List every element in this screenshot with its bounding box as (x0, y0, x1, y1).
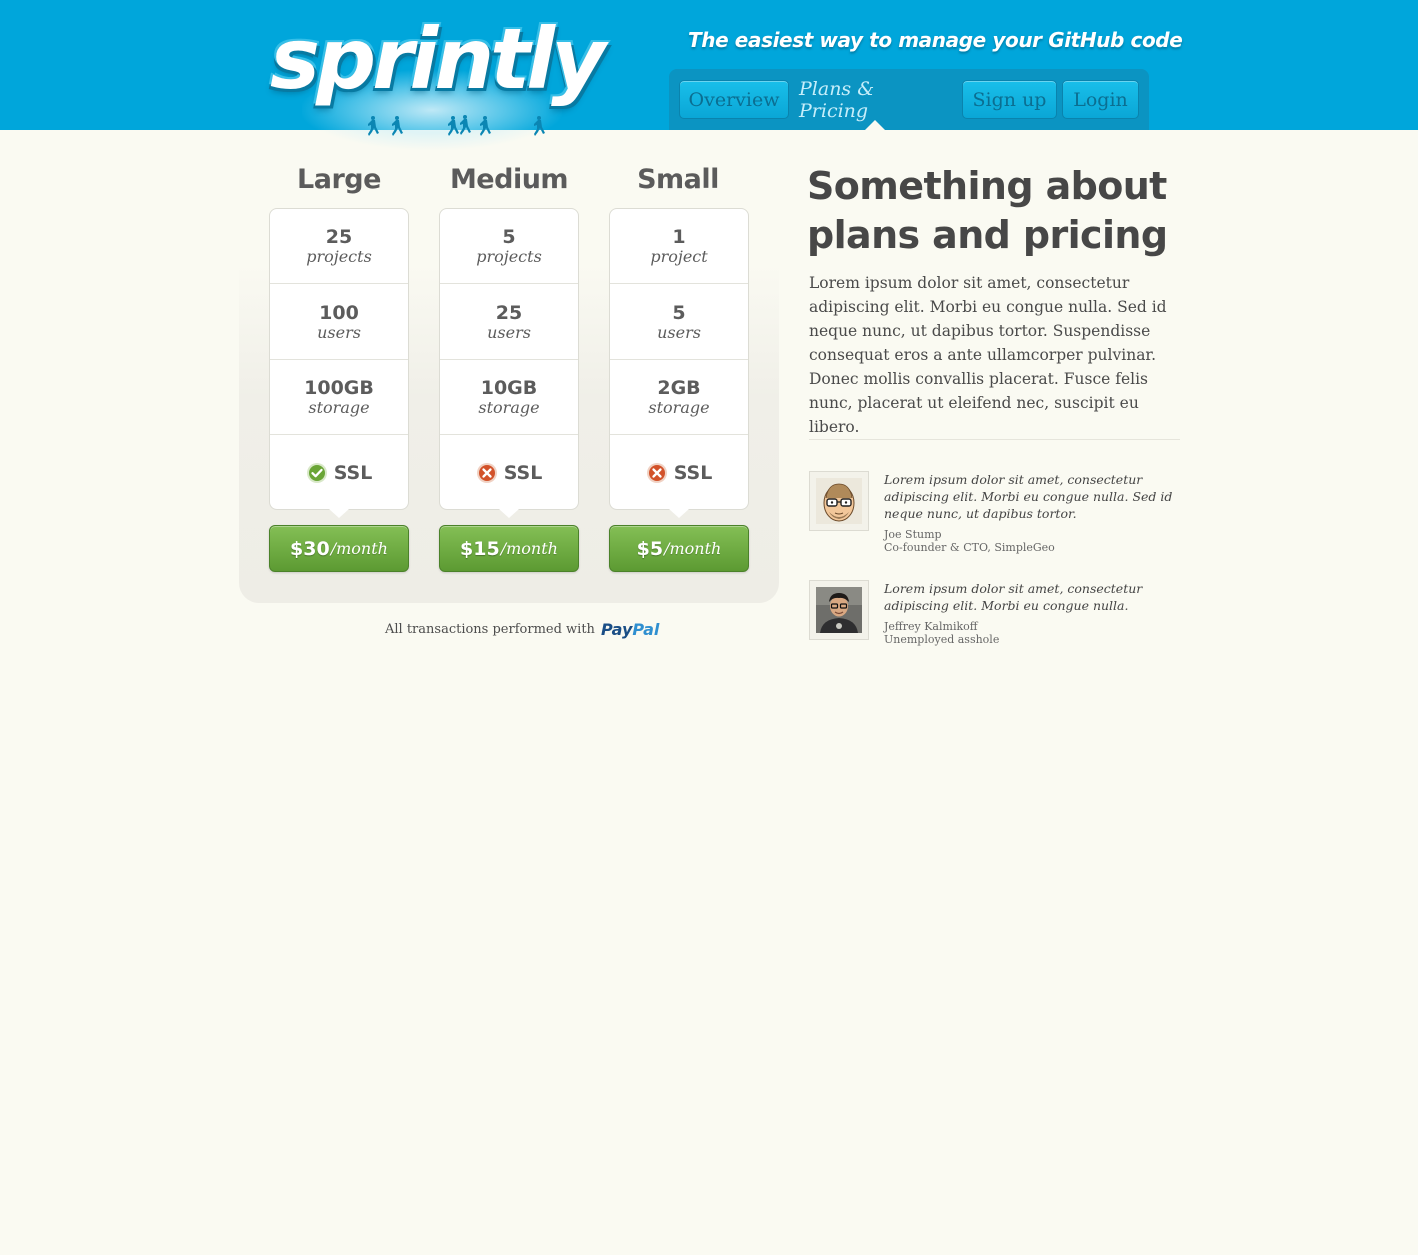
projects-value: 25 (325, 226, 353, 248)
avatar-illustration-icon (816, 478, 862, 524)
about-text: Lorem ipsum dolor sit amet, consectetur … (809, 274, 1167, 436)
testimonial-author: Joe Stump (884, 528, 942, 541)
card-notch (499, 509, 519, 518)
plan-projects: 1 project (610, 209, 748, 284)
plan-card-medium: 5 projects 25 users 10GB storage SSL (439, 208, 579, 518)
ssl-label: SSL (673, 462, 713, 484)
users-value: 100 (319, 302, 359, 324)
plan-name-small: Small (637, 164, 719, 195)
storage-value: 100GB (304, 377, 374, 399)
divider (809, 439, 1180, 440)
storage-value: 2GB (657, 377, 701, 399)
testimonial-author-title: Unemployed asshole (884, 633, 1000, 646)
logo-wordmark: sprintly (270, 10, 606, 108)
nav-overview[interactable]: Overview (679, 80, 789, 119)
plan-name-medium: Medium (449, 164, 569, 195)
testimonial-quote: Lorem ipsum dolor sit amet, consectetur … (884, 472, 1173, 521)
site-header: sprintly The easiest way to manage your … (0, 0, 1418, 150)
storage-unit: storage (648, 398, 710, 417)
select-small-plan-button[interactable]: $5/month (609, 525, 749, 572)
storage-unit: storage (308, 398, 370, 417)
select-large-plan-button[interactable]: $30/month (269, 525, 409, 572)
plan-users: 25 users (440, 285, 578, 360)
plan-ssl: SSL (610, 437, 748, 509)
price-amount: $15 (460, 537, 500, 560)
price-period: /month (500, 539, 558, 558)
avatar (809, 580, 869, 640)
avatar (809, 471, 869, 531)
users-value: 25 (495, 302, 523, 324)
projects-unit: project (650, 247, 708, 266)
price-amount: $30 (290, 537, 330, 560)
plan-users: 5 users (610, 285, 748, 360)
plan-projects: 25 projects (270, 209, 408, 284)
projects-value: 5 (502, 226, 516, 248)
nav-login[interactable]: Login (1062, 80, 1139, 119)
testimonial-quote: Lorem ipsum dolor sit amet, consectetur … (884, 581, 1143, 613)
paypal-logo-pay: Pay (600, 620, 633, 639)
paypal-logo: PayPal (601, 620, 659, 639)
projects-value: 1 (672, 226, 686, 248)
card-notch (329, 509, 349, 518)
users-unit: users (657, 323, 701, 342)
projects-unit: projects (306, 247, 372, 266)
price-amount: $5 (636, 537, 664, 560)
price-period: /month (330, 539, 388, 558)
plan-card-large: 25 projects 100 users 100GB storage SSL (269, 208, 409, 518)
payment-note-text: All transactions performed with (385, 622, 595, 637)
tagline: The easiest way to manage your GitHub co… (688, 28, 1183, 52)
active-nav-pointer (865, 120, 885, 130)
plan-storage: 10GB storage (440, 360, 578, 435)
users-unit: users (487, 323, 531, 342)
plan-ssl: SSL (270, 437, 408, 509)
ssl-label: SSL (503, 462, 543, 484)
storage-value: 10GB (480, 377, 538, 399)
avatar-photo-icon (816, 587, 862, 633)
plan-card-small: 1 project 5 users 2GB storage SSL (609, 208, 749, 518)
projects-unit: projects (476, 247, 542, 266)
cross-icon (646, 463, 667, 483)
ssl-label: SSL (333, 462, 373, 484)
main-nav: Overview Plans & Pricing Sign up Login (669, 69, 1149, 130)
page-heading: Something about plans and pricing (807, 164, 1168, 257)
price-period: /month (664, 539, 722, 558)
paypal-logo-pal: Pal (632, 620, 660, 639)
testimonial-author: Jeffrey Kalmikoff (884, 620, 978, 633)
nav-plans-pricing[interactable]: Plans & Pricing (799, 78, 949, 122)
plan-storage: 2GB storage (610, 360, 748, 435)
runners-icon (368, 115, 545, 136)
users-value: 5 (672, 302, 686, 324)
nav-sign-up[interactable]: Sign up (962, 80, 1057, 119)
plan-ssl: SSL (440, 437, 578, 509)
plan-name-large: Large (297, 164, 381, 195)
cross-icon (476, 463, 497, 483)
select-medium-plan-button[interactable]: $15/month (439, 525, 579, 572)
plan-storage: 100GB storage (270, 360, 408, 435)
check-icon (306, 463, 327, 483)
plan-projects: 5 projects (440, 209, 578, 284)
testimonial-author-title: Co-founder & CTO, SimpleGeo (884, 541, 1055, 554)
storage-unit: storage (478, 398, 540, 417)
plan-users: 100 users (270, 285, 408, 360)
sprintly-logo[interactable]: sprintly (262, 10, 606, 150)
card-notch (669, 509, 689, 518)
payment-note: All transactions performed with PayPal (385, 620, 659, 639)
users-unit: users (317, 323, 361, 342)
